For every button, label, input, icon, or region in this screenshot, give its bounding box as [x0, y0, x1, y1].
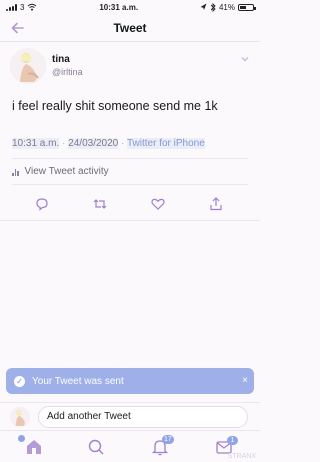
retweet-icon [93, 199, 107, 209]
watermark: STRANX [227, 453, 256, 460]
clock: 10:31 a.m. [99, 2, 139, 12]
carrier-label: 3 [20, 2, 25, 12]
user-handle[interactable]: @irltina [52, 67, 83, 77]
display-name[interactable]: tina [52, 54, 70, 65]
back-button[interactable] [8, 18, 28, 38]
home-icon [27, 440, 41, 454]
avatar-image [10, 407, 30, 427]
check-icon: ✓ [14, 375, 25, 387]
back-arrow-icon [11, 22, 24, 34]
close-icon[interactable]: × [242, 375, 248, 386]
tab-home[interactable] [18, 435, 46, 459]
tab-notifications[interactable]: 17 [150, 435, 174, 459]
page-title: Tweet [113, 20, 147, 35]
status-bar: 3 10:31 a.m. 41% [0, 0, 260, 14]
tweet-metadata: 10:31 a.m. · 24/03/2020 · Twitter for iP… [12, 138, 205, 149]
battery-percent: 41% [218, 2, 235, 12]
tweet-actions [0, 194, 260, 214]
separator: · [121, 138, 125, 149]
divider [12, 158, 248, 159]
tweet-time: 10:31 a.m. [12, 138, 60, 149]
reply-icon [36, 198, 48, 211]
divider [12, 184, 248, 185]
avatar [10, 407, 30, 427]
activity-label: View Tweet activity [24, 166, 109, 177]
bluetooth-icon [210, 2, 216, 12]
avatar[interactable] [10, 48, 46, 84]
navigation-bar: Tweet [0, 14, 260, 42]
divider [0, 220, 260, 221]
activity-chart-icon [12, 168, 19, 176]
reply-bar: Add another Tweet [0, 402, 260, 430]
share-button[interactable] [206, 194, 226, 214]
view-tweet-activity-button[interactable]: View Tweet activity [12, 166, 109, 177]
share-icon [210, 197, 222, 211]
messages-badge: 1 [227, 436, 238, 445]
more-options-button[interactable] [240, 54, 250, 64]
tweet-sent-toast[interactable]: ✓ Your Tweet was sent × [6, 368, 254, 394]
like-button[interactable] [148, 194, 168, 214]
tweet-text: i feel really shit someone send me 1k [12, 99, 218, 113]
location-icon [200, 3, 207, 10]
tweet-source-link[interactable]: Twitter for iPhone [126, 138, 205, 149]
notifications-badge: 17 [162, 435, 174, 444]
wifi-icon [28, 3, 37, 11]
retweet-button[interactable] [90, 194, 110, 214]
add-another-tweet-input[interactable]: Add another Tweet [38, 406, 248, 428]
search-icon [88, 439, 104, 455]
chevron-down-icon [241, 57, 249, 62]
new-content-dot [18, 435, 25, 442]
reply-button[interactable] [32, 194, 52, 214]
separator: · [62, 138, 66, 149]
like-icon [151, 198, 165, 210]
tab-search[interactable] [86, 437, 108, 459]
battery-icon [237, 3, 256, 11]
toast-message: Your Tweet was sent [32, 375, 124, 387]
tweet-date: 24/03/2020 [68, 138, 119, 149]
signal-icon [6, 4, 17, 11]
tab-bar: 17 1 STRANX [0, 430, 260, 462]
avatar-image [10, 48, 46, 84]
